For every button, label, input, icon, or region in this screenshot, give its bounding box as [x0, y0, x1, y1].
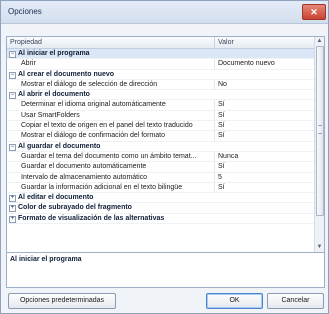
property-name: Mostrar el diálogo de confirmación del f… [21, 132, 165, 140]
row-divider [214, 110, 215, 121]
scroll-up-arrow-icon[interactable]: ▲ [315, 37, 324, 46]
restore-defaults-button[interactable]: Opciones predeterminadas [8, 293, 116, 309]
row-divider [214, 131, 215, 141]
property-name: Copiar el texto de origen en el panel de… [21, 122, 193, 130]
property-value[interactable]: Sí [218, 183, 225, 192]
property-value[interactable]: Sí [218, 162, 225, 171]
category-row[interactable]: − Al guardar el documento [7, 142, 314, 152]
collapse-icon[interactable]: − [9, 51, 16, 58]
property-row[interactable]: Abrir Documento nuevo [7, 59, 314, 70]
category-row[interactable]: − Al abrir el documento [7, 90, 314, 101]
property-value[interactable]: No [218, 80, 227, 89]
property-name: Guardar el documento automáticamente [21, 163, 147, 171]
category-label: Al editar el documento [18, 194, 94, 202]
property-name: Guardar el tema del documento como un ám… [21, 152, 197, 160]
title-bar[interactable]: Opciones ✕ [1, 1, 328, 24]
expand-icon[interactable]: + [9, 195, 16, 203]
property-name: Intervalo de almacenamiento automático [21, 173, 148, 181]
row-divider [214, 162, 215, 172]
row-divider [214, 151, 215, 162]
description-title: Al iniciar el programa [10, 256, 82, 263]
dialog-title: Opciones [8, 7, 42, 16]
property-name: Determinar el idioma original automática… [21, 101, 166, 109]
row-divider [214, 59, 215, 69]
row-divider [214, 79, 215, 90]
property-value[interactable]: Nunca [218, 152, 238, 161]
row-divider [214, 121, 215, 131]
column-header-property[interactable]: Propiedad [10, 39, 42, 46]
column-divider[interactable] [214, 37, 215, 48]
category-label: Color de subrayado del fragmento [18, 204, 132, 212]
property-value[interactable]: Sí [218, 111, 225, 120]
column-header-value[interactable]: Valor [218, 39, 234, 46]
thumb-grip [318, 125, 322, 134]
property-value[interactable]: Sí [218, 131, 225, 140]
row-divider [214, 100, 215, 110]
expand-icon[interactable]: + [9, 205, 16, 213]
collapse-icon[interactable]: − [9, 71, 16, 79]
options-dialog: Opciones ✕ Propiedad Valor − Al iniciar e… [0, 0, 329, 314]
grid-header: Propiedad Valor [7, 37, 314, 49]
property-row[interactable]: Intervalo de almacenamiento automático 5 [7, 172, 314, 183]
property-row[interactable]: Usar SmartFolders Sí [7, 110, 314, 122]
property-value[interactable]: Sí [218, 121, 225, 130]
close-icon: ✕ [310, 7, 318, 17]
property-name: Abrir [21, 60, 36, 68]
property-row[interactable]: Guardar el documento automáticamente Sí [7, 162, 314, 173]
scroll-down-arrow-icon[interactable]: ▼ [315, 243, 324, 252]
property-row[interactable]: Determinar el idioma original automática… [7, 100, 314, 111]
category-row[interactable]: − Al crear el documento nuevo [7, 70, 314, 80]
property-row[interactable]: Guardar el tema del documento como un ám… [7, 151, 314, 163]
row-divider [214, 172, 215, 182]
property-name: Usar SmartFolders [21, 111, 80, 119]
row-divider [214, 182, 215, 193]
category-label: Al crear el documento nuevo [18, 70, 115, 78]
cancel-button[interactable]: Cancelar [267, 293, 324, 309]
scroll-thumb[interactable] [316, 46, 324, 216]
property-row[interactable]: Copiar el texto de origen en el panel de… [7, 121, 314, 132]
category-row[interactable]: + Al editar el documento [7, 193, 314, 204]
expand-icon[interactable]: + [9, 215, 16, 223]
property-value[interactable]: 5 [218, 173, 222, 182]
property-row[interactable]: Guardar la información adicional en el t… [7, 182, 314, 194]
property-row[interactable]: Mostrar el diálogo de selección de direc… [7, 79, 314, 91]
property-value[interactable]: Sí [218, 100, 225, 109]
close-button[interactable]: ✕ [302, 4, 326, 20]
collapse-icon[interactable]: − [9, 92, 16, 100]
collapse-icon[interactable]: − [9, 143, 16, 151]
category-label: Al guardar el documento [18, 142, 101, 150]
category-row[interactable]: + Color de subrayado del fragmento [7, 203, 314, 214]
category-row[interactable]: + Formato de visualización de las alterna… [7, 214, 314, 225]
property-value[interactable]: Documento nuevo [218, 59, 275, 68]
property-name: Mostrar el diálogo de selección de direc… [21, 80, 158, 88]
category-label: Al abrir el documento [18, 91, 90, 99]
vertical-scrollbar[interactable]: ▲ ▼ [314, 37, 324, 252]
category-label: Formato de visualización de las alternat… [18, 214, 165, 222]
property-grid: Propiedad Valor − Al iniciar el programa A… [6, 36, 325, 253]
ok-button[interactable]: OK [206, 293, 263, 309]
category-row[interactable]: − Al iniciar el programa [7, 49, 314, 60]
property-rows: − Al iniciar el programa Abrir Documento nu… [7, 49, 314, 225]
property-row[interactable]: Mostrar el diálogo de confirmación del f… [7, 131, 314, 142]
category-label: Al iniciar el programa [18, 50, 90, 57]
description-panel: Al iniciar el programa [6, 252, 325, 288]
property-name: Guardar la información adicional en el t… [21, 183, 183, 191]
